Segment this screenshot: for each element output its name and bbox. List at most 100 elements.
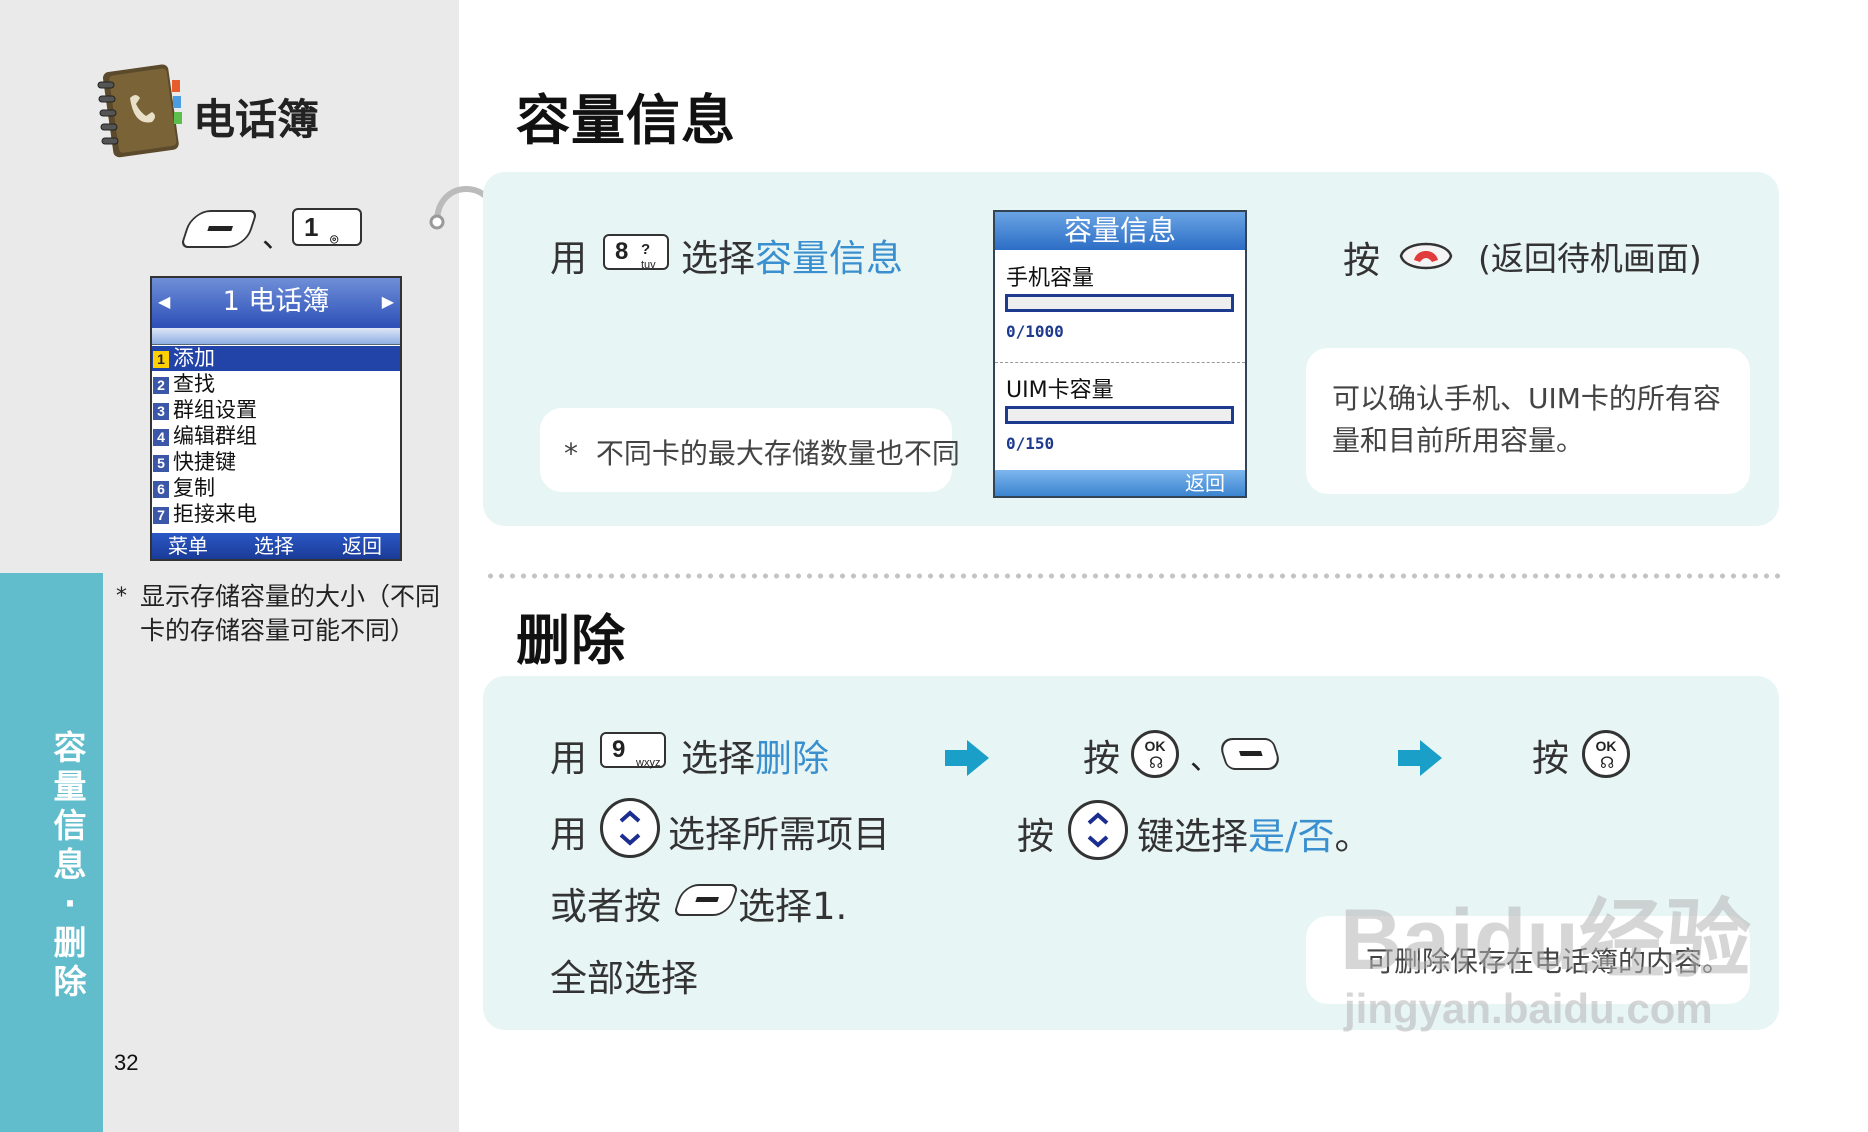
menu-item-number: 1 bbox=[153, 351, 169, 368]
line1-instruction: 选择删除 bbox=[681, 728, 829, 782]
nav-key-icon[interactable] bbox=[600, 798, 660, 858]
note-marker: * bbox=[564, 437, 578, 470]
uim-capacity-value: 0/150 bbox=[1006, 434, 1055, 453]
watermark: Baidu经验 jingyan.baidu.com bbox=[1340, 895, 1751, 1033]
menu-item-label: 添加 bbox=[173, 346, 215, 370]
section-title: 电话簿 bbox=[193, 95, 320, 144]
line1-prefix: 用 bbox=[550, 737, 587, 780]
menu-item-label: 拒接来电 bbox=[173, 502, 257, 526]
step2b-text: 键选择是/否。 bbox=[1137, 806, 1371, 860]
line1-target: 删除 bbox=[755, 737, 829, 780]
end-call-key-icon[interactable] bbox=[1397, 236, 1455, 276]
softkey-select[interactable]: 选择 bbox=[254, 533, 294, 559]
menu-item-number: 6 bbox=[153, 481, 169, 498]
right-arrow-icon: ▶ bbox=[381, 292, 394, 311]
capacity-softkey-bar: 返回 bbox=[995, 470, 1245, 496]
menu-item-7[interactable]: 7 拒接来电 bbox=[152, 502, 400, 527]
line3-text: 选择1. bbox=[738, 885, 848, 928]
capacity-back-softkey[interactable]: 返回 bbox=[1185, 470, 1225, 496]
key-8-letters: tuv bbox=[641, 259, 656, 271]
menu-item-number: 5 bbox=[153, 455, 169, 472]
step1-target: 容量信息 bbox=[755, 237, 903, 280]
menu-item-2[interactable]: 2 查找 bbox=[152, 372, 400, 397]
arrow-right-icon bbox=[1398, 740, 1442, 776]
step2b-end: 。 bbox=[1334, 815, 1372, 858]
menu-item-label: 编辑群组 bbox=[173, 424, 257, 448]
step2b-prefix: 按 bbox=[1017, 815, 1054, 858]
page-number: 32 bbox=[114, 1050, 139, 1075]
line2-text: 选择所需项目 bbox=[668, 813, 890, 856]
ok-ring-icon: ☊ bbox=[1149, 753, 1164, 772]
phone-capacity-bar bbox=[1005, 294, 1234, 312]
note-marker: * bbox=[116, 584, 127, 609]
softkey-back[interactable]: 返回 bbox=[342, 533, 382, 559]
ok-ring-icon: ☊ bbox=[1600, 753, 1615, 772]
menu-item-4[interactable]: 4 编辑群组 bbox=[152, 424, 400, 449]
key-9-digit: 9 bbox=[612, 736, 626, 763]
capacity-note-text: 不同卡的最大存储数量也不同 bbox=[595, 437, 960, 470]
side-tab-label: 容量信息 · 删除 bbox=[53, 728, 87, 1001]
capacity-note: * 不同卡的最大存储数量也不同 bbox=[564, 432, 960, 472]
softkey-menu[interactable]: 菜单 bbox=[168, 533, 208, 559]
capacity-screen: 容量信息 手机容量 0/1000 UIM卡容量 0/150 返回 bbox=[993, 210, 1247, 498]
step2b-verb: 键选择 bbox=[1137, 815, 1248, 858]
key-8[interactable]: 8 ? tuv bbox=[603, 234, 669, 271]
step1-instruction: 选择容量信息 bbox=[681, 228, 903, 282]
step3-prefix: 按 bbox=[1532, 737, 1569, 780]
ok-key-icon[interactable]: OK ☊ bbox=[1131, 730, 1179, 778]
nav-key-icon[interactable] bbox=[1068, 800, 1128, 860]
menu-item-label: 群组设置 bbox=[173, 398, 257, 422]
capacity-screen-title: 容量信息 bbox=[995, 212, 1245, 250]
line2-prefix: 用 bbox=[550, 813, 587, 856]
line3-prefix: 或者按 bbox=[550, 885, 661, 928]
capacity-divider bbox=[995, 362, 1245, 363]
menu-item-label: 快捷键 bbox=[173, 450, 236, 474]
step2-prefix: 按 bbox=[1343, 239, 1380, 282]
menu-item-label: 复制 bbox=[173, 476, 215, 500]
step2-prefix: 按 bbox=[1083, 737, 1120, 780]
phone-capacity-label: 手机容量 bbox=[1006, 266, 1095, 291]
step1-prefix: 用 bbox=[550, 237, 587, 280]
key-9[interactable]: 9 wxyz bbox=[600, 732, 666, 769]
uim-capacity-bar bbox=[1005, 406, 1234, 424]
phone-menu-strip bbox=[152, 328, 400, 345]
menu-item-number: 4 bbox=[153, 429, 169, 446]
step2-separator: 、 bbox=[1190, 742, 1220, 777]
arrow-right-icon bbox=[945, 740, 989, 776]
watermark-url: jingyan.baidu.com bbox=[1344, 985, 1713, 1032]
yes-no-target: 是/否 bbox=[1248, 815, 1335, 858]
watermark-brand: Baidu经验 bbox=[1340, 892, 1751, 988]
line1-verb: 选择 bbox=[681, 737, 755, 780]
menu-item-number: 7 bbox=[153, 507, 169, 524]
voicemail-icon: ⌾ bbox=[330, 231, 339, 247]
menu-item-1[interactable]: 1 添加 bbox=[152, 346, 400, 371]
menu-item-6[interactable]: 6 复制 bbox=[152, 476, 400, 501]
key-1-digit: 1 bbox=[304, 212, 319, 242]
uim-capacity-label: UIM卡容量 bbox=[1006, 378, 1114, 403]
key-9-letters: wxyz bbox=[636, 757, 661, 769]
left-arrow-icon: ◀ bbox=[158, 292, 171, 311]
menu-item-3[interactable]: 3 群组设置 bbox=[152, 398, 400, 423]
side-note-text: 显示存储容量的大小（不同卡的存储容量可能不同） bbox=[140, 582, 441, 645]
phone-softkey-bar: 菜单 选择 返回 bbox=[152, 533, 400, 559]
ok-label: OK bbox=[1595, 738, 1617, 754]
right-softkey[interactable] bbox=[1216, 738, 1284, 770]
capacity-info-card: 可以确认手机、UIM卡的所有容量和目前所用容量。 bbox=[1306, 348, 1750, 494]
capacity-heading: 容量信息 bbox=[516, 89, 736, 152]
key-separator: 、 bbox=[262, 220, 292, 255]
phonebook-icon bbox=[97, 64, 182, 158]
menu-item-number: 2 bbox=[153, 377, 169, 394]
section-divider bbox=[485, 573, 1785, 579]
phone-capacity-value: 0/1000 bbox=[1006, 322, 1064, 341]
ok-key-icon[interactable]: OK ☊ bbox=[1582, 730, 1630, 778]
side-note: * 显示存储容量的大小（不同卡的存储容量可能不同） bbox=[116, 580, 450, 648]
line4-text: 全部选择 bbox=[550, 957, 698, 1000]
key-8-digit: 8 bbox=[615, 238, 629, 265]
menu-item-5[interactable]: 5 快捷键 bbox=[152, 450, 400, 475]
ok-label: OK bbox=[1144, 738, 1166, 754]
menu-item-label: 查找 bbox=[173, 372, 215, 396]
menu-item-number: 3 bbox=[153, 403, 169, 420]
key-1[interactable]: 1 ⌾ bbox=[292, 208, 362, 247]
phone-menu-screen: ◀ 1 电话簿 ▶ 菜单 选择 返回 1 添加 2 查找 3 群组设置 4 编辑群组 5 快捷键 6… bbox=[150, 276, 402, 561]
phone-menu-title: 1 电话簿 bbox=[222, 286, 330, 317]
